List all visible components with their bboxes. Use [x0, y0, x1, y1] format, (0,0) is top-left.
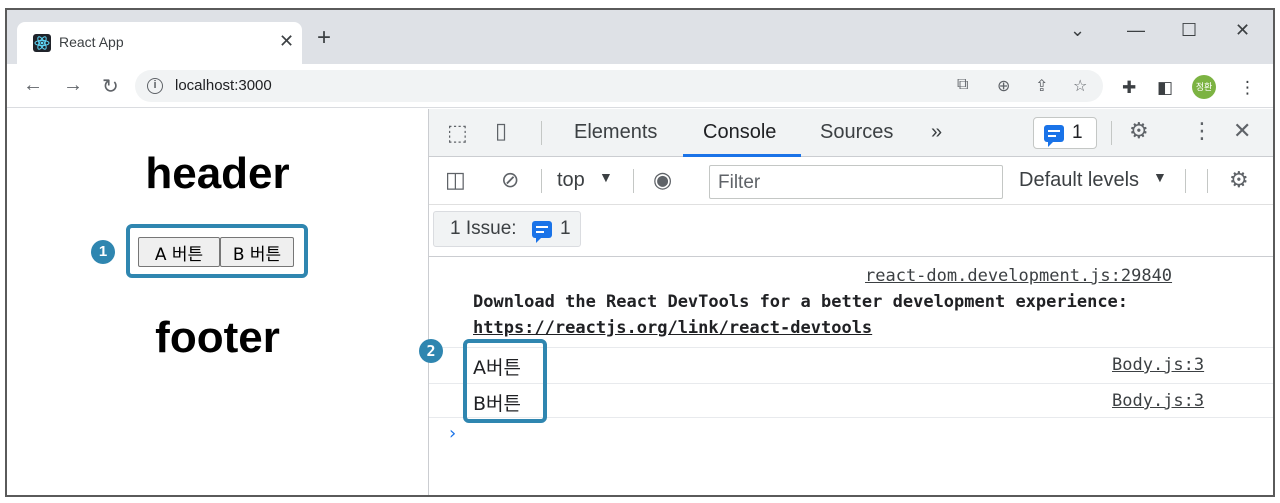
filter-placeholder: Filter: [718, 172, 761, 193]
live-expression-eye-icon[interactable]: ◉: [653, 167, 672, 193]
url-text: localhost:3000: [175, 77, 272, 94]
address-bar-row: ← → ↻ i localhost:3000 ⧉ ⊕ ⇪ ☆ ✚ ◧ 정환 ⋮: [7, 64, 1273, 108]
devtools-panel: ⬚ ▯ Elements Console Sources » 1 ⚙ ⋮ ✕ ◫…: [419, 109, 1273, 495]
maximize-icon[interactable]: ☐: [1181, 20, 1197, 41]
source-link[interactable]: react-dom.development.js:29840: [865, 266, 1172, 286]
clear-console-icon[interactable]: ⊘: [501, 167, 519, 193]
share-icon[interactable]: ⇪: [1035, 76, 1048, 96]
close-window-icon[interactable]: ✕: [1235, 20, 1250, 41]
message-icon: [1044, 125, 1064, 147]
annotation-badge-1: 1: [91, 240, 115, 264]
site-info-icon[interactable]: i: [147, 78, 163, 94]
chevron-down-icon[interactable]: ▼: [599, 169, 613, 185]
annotation-badge-2: 2: [419, 339, 443, 363]
divider: [1111, 121, 1112, 145]
divider: [429, 347, 1273, 348]
chevron-down-icon[interactable]: ▼: [1153, 169, 1167, 185]
log-levels-dropdown[interactable]: Default levels: [1019, 169, 1139, 192]
console-toolbar: ◫ ⊘ top ▼ ◉ Filter Default levels ▼ ⚙: [429, 157, 1273, 205]
issues-button[interactable]: 1 Issue: 1: [433, 211, 581, 247]
inspect-element-icon[interactable]: ⬚: [447, 120, 468, 146]
a-button[interactable]: A 버튼: [138, 237, 220, 267]
translate-icon[interactable]: ⧉: [957, 76, 968, 94]
tab-search-icon[interactable]: ⌄: [1070, 20, 1085, 41]
console-prompt[interactable]: ›: [447, 423, 458, 444]
react-logo-icon: [33, 34, 51, 52]
annotation-highlight-buttons: A 버튼 B 버튼: [126, 224, 308, 278]
sidebar-toggle-icon[interactable]: ◫: [445, 167, 466, 193]
annotation-highlight-logs: [463, 339, 547, 423]
page-header-text: header: [145, 149, 290, 198]
tab-strip: React App ✕ + ⌄ — ☐ ✕: [7, 10, 1273, 64]
filter-input[interactable]: Filter: [709, 165, 1003, 199]
menu-kebab-icon[interactable]: ⋮: [1239, 78, 1256, 98]
issues-count: 1: [1072, 122, 1083, 143]
new-tab-button[interactable]: +: [317, 26, 331, 50]
tab-sources[interactable]: Sources: [820, 121, 893, 144]
avatar[interactable]: 정환: [1192, 75, 1216, 99]
issues-bar: 1 Issue: 1: [429, 205, 1273, 257]
source-link[interactable]: Body.js:3: [1112, 355, 1204, 375]
extensions-icon[interactable]: ✚: [1122, 78, 1136, 98]
zoom-icon[interactable]: ⊕: [997, 76, 1010, 96]
divider: [541, 169, 542, 193]
browser-window: React App ✕ + ⌄ — ☐ ✕ ← → ↻ i localhost:…: [5, 8, 1275, 497]
minimize-icon[interactable]: —: [1127, 20, 1145, 41]
divider: [429, 417, 1273, 418]
console-message-text: Download the React DevTools for a better…: [473, 292, 1129, 312]
console-output: react-dom.development.js:29840 Download …: [419, 257, 1273, 495]
source-link[interactable]: Body.js:3: [1112, 391, 1204, 411]
settings-gear-icon[interactable]: ⚙: [1129, 118, 1149, 144]
divider: [633, 169, 634, 193]
message-icon: [532, 221, 552, 243]
more-tabs-icon[interactable]: »: [931, 121, 942, 144]
device-toolbar-icon[interactable]: ▯: [495, 118, 507, 144]
console-settings-icon[interactable]: ⚙: [1229, 167, 1249, 193]
forward-icon[interactable]: →: [63, 74, 83, 97]
page-viewport: header 1 A 버튼 B 버튼 footer: [7, 109, 428, 495]
back-icon[interactable]: ←: [23, 74, 43, 97]
issues-counter-button[interactable]: 1: [1033, 117, 1097, 149]
browser-tab[interactable]: React App ✕: [17, 22, 302, 64]
tab-title: React App: [59, 34, 124, 50]
bookmark-star-icon[interactable]: ☆: [1073, 76, 1087, 96]
address-bar[interactable]: i localhost:3000 ⧉ ⊕ ⇪ ☆: [135, 70, 1103, 102]
devtools-link[interactable]: https://reactjs.org/link/react-devtools: [473, 318, 872, 338]
divider: [1207, 169, 1208, 193]
context-selector[interactable]: top: [557, 169, 585, 192]
issues-count: 1: [560, 218, 571, 239]
devtools-tab-bar: ⬚ ▯ Elements Console Sources » 1 ⚙ ⋮ ✕: [429, 109, 1273, 157]
issues-label: 1 Issue:: [450, 218, 517, 239]
tab-close-icon[interactable]: ✕: [279, 31, 294, 52]
side-panel-icon[interactable]: ◧: [1157, 78, 1173, 98]
divider: [429, 383, 1273, 384]
divider: [1185, 169, 1186, 193]
tab-elements[interactable]: Elements: [574, 121, 657, 144]
b-button[interactable]: B 버튼: [220, 237, 294, 267]
divider: [541, 121, 542, 145]
tab-console[interactable]: Console: [703, 121, 776, 144]
page-footer-text: footer: [155, 313, 280, 362]
reload-icon[interactable]: ↻: [102, 74, 119, 99]
kebab-menu-icon[interactable]: ⋮: [1191, 118, 1213, 144]
close-devtools-icon[interactable]: ✕: [1233, 118, 1251, 144]
